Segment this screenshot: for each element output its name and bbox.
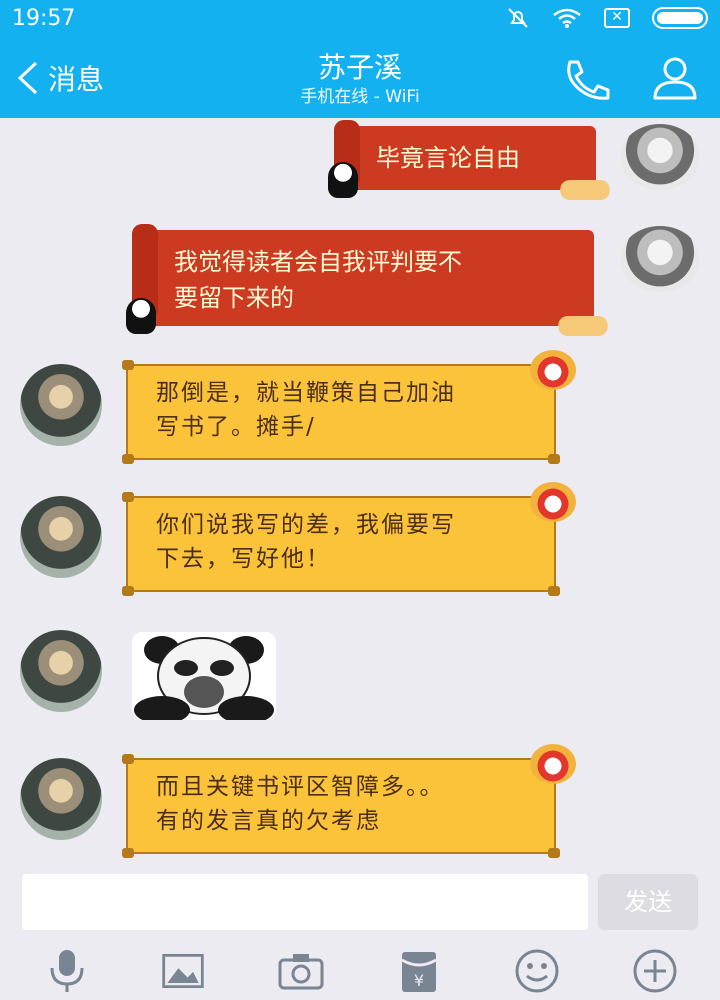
my-avatar[interactable]: [620, 226, 700, 292]
call-button[interactable]: [560, 56, 614, 100]
bubble-corner-knob: [548, 848, 560, 858]
lion-dance-icon: [530, 482, 576, 522]
image-icon[interactable]: [160, 946, 206, 996]
contact-status: 手机在线 - WiFi: [300, 87, 420, 107]
message-text-line: 毕竟言论自由: [376, 144, 520, 172]
wifi-icon: [552, 6, 582, 30]
lion-dance-icon: [530, 350, 576, 390]
send-button[interactable]: 发送: [598, 874, 698, 930]
cloud-decoration: [558, 316, 608, 336]
contact-avatar[interactable]: [20, 364, 102, 446]
bubble-corner-knob: [122, 360, 134, 370]
cloud-decoration: [560, 180, 610, 200]
message-bubble[interactable]: 而且关键书评区智障多。。 有的发言真的欠考虑: [122, 744, 576, 858]
bubble-corner-knob: [122, 586, 134, 596]
my-avatar[interactable]: [620, 124, 700, 190]
back-button[interactable]: 消息: [16, 58, 104, 98]
bubble-corner-knob: [548, 454, 560, 464]
message-text-line: 下去，写好他！: [156, 546, 331, 572]
message-bubble[interactable]: 你们说我写的差，我偏要写 下去，写好他！: [122, 482, 576, 596]
message-text-line: 而且关键书评区智障多。。: [156, 774, 445, 800]
panda-face-sticker[interactable]: [132, 632, 276, 720]
profile-button[interactable]: [650, 56, 700, 100]
bubble-corner-knob: [122, 492, 134, 502]
message-text-line: 要留下来的: [174, 284, 294, 312]
chat-toolbar: ¥: [0, 946, 720, 1000]
composer-bar: 发送 ¥: [0, 864, 720, 1000]
lion-dance-icon: [530, 744, 576, 784]
status-time: 19:57: [12, 6, 76, 31]
bubble-corner-knob: [122, 754, 134, 764]
battery-icon: [652, 7, 708, 29]
message-bubble[interactable]: 我觉得读者会自我评判要不 要留下来的: [126, 224, 608, 336]
red-packet-icon[interactable]: ¥: [394, 946, 444, 996]
message-bubble[interactable]: 毕竟言论自由: [328, 120, 610, 200]
message-bubble[interactable]: 那倒是，就当鞭策自己加油 写书了。摊手/: [122, 350, 576, 464]
bubble-corner-knob: [548, 586, 560, 596]
contact-avatar[interactable]: [20, 630, 102, 712]
bubble-corner-knob: [122, 454, 134, 464]
message-text-line: 那倒是，就当鞭策自己加油: [156, 380, 456, 406]
message-text-line: 有的发言真的欠考虑: [156, 808, 381, 834]
svg-text:¥: ¥: [414, 971, 424, 990]
mute-bell-icon: [506, 6, 530, 30]
bubble-corner-knob: [122, 848, 134, 858]
person-icon: [653, 57, 697, 100]
chat-area[interactable]: 毕竟言论自由 我觉得读者会自我评判要不 要留下来的 那倒是，就当鞭策自己加油 写…: [0, 118, 720, 864]
chat-title-block[interactable]: 苏子溪 手机在线 - WiFi: [180, 50, 540, 108]
status-bar: 19:57 ✕: [0, 0, 720, 38]
contact-avatar[interactable]: [20, 496, 102, 578]
emoji-icon[interactable]: [512, 946, 562, 996]
message-text-line: 我觉得读者会自我评判要不: [174, 248, 462, 276]
message-text-line: 写书了。摊手/: [156, 414, 316, 440]
plus-icon[interactable]: [630, 946, 680, 996]
message-text-line: 你们说我写的差，我偏要写: [156, 512, 456, 538]
chevron-left-icon: [16, 60, 40, 96]
penguin-icon: [328, 162, 358, 198]
message-input[interactable]: [22, 874, 588, 930]
camera-icon[interactable]: [276, 946, 326, 996]
back-label: 消息: [48, 63, 105, 96]
microphone-icon[interactable]: [42, 946, 92, 996]
top-bar: 19:57 ✕ 消息 苏子溪 手机在线 - WiFi: [0, 0, 720, 118]
contact-name: 苏子溪: [317, 51, 402, 84]
penguin-icon: [126, 298, 156, 334]
panda-face-icon: [132, 632, 276, 720]
contact-avatar[interactable]: [20, 758, 102, 840]
phone-icon: [567, 60, 610, 100]
sim-x-icon: ✕: [604, 8, 630, 28]
status-icons: ✕: [506, 6, 708, 30]
